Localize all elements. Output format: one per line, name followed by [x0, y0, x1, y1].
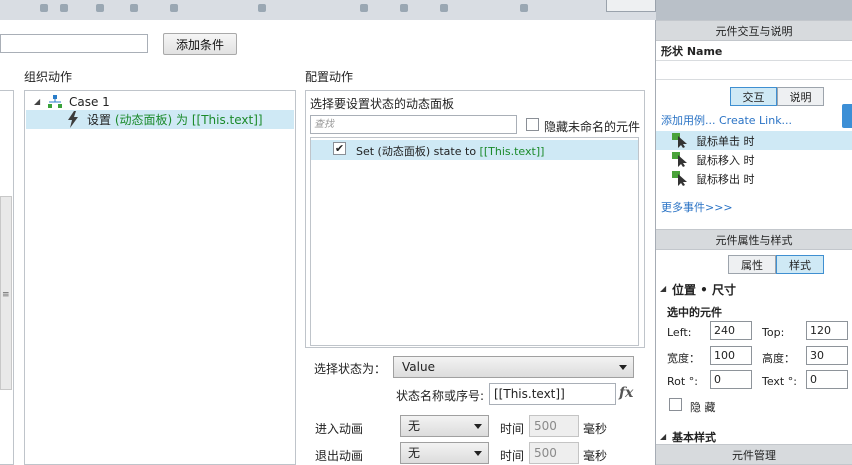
lightning-icon: [68, 111, 78, 128]
event-onmouseleave[interactable]: 鼠标移出 时: [656, 169, 852, 188]
enter-time-label: 时间: [500, 422, 525, 436]
exit-ms-label: 毫秒: [583, 449, 608, 463]
cursor-event-icon: [672, 133, 687, 148]
event-label: 鼠标移出 时: [696, 172, 755, 186]
collapse-arrow-icon[interactable]: ◢: [34, 97, 40, 106]
exit-animation-dropdown[interactable]: 无: [400, 442, 489, 464]
case-tree-icon: [48, 95, 62, 108]
dropdown-arrow-icon: [619, 365, 627, 370]
action-target: (动态面板) 为 [[This.text]]: [114, 113, 263, 127]
exit-animation-label: 退出动画: [315, 449, 364, 463]
hidden-label: 隐 藏: [690, 401, 716, 414]
case-label: Case 1: [69, 94, 110, 109]
toolbar-icon[interactable]: [520, 4, 528, 12]
select-state-dropdown[interactable]: Value: [393, 356, 634, 378]
rotation-label: Rot °:: [667, 375, 698, 388]
hide-unnamed-label: 隐藏未命名的元件: [544, 120, 641, 134]
text-rotation-label: Text °:: [762, 375, 797, 388]
toolbar-icon[interactable]: [96, 4, 104, 12]
toolbar-icon[interactable]: [400, 4, 408, 12]
toolbar-icon[interactable]: [60, 4, 68, 12]
case-name-input[interactable]: [0, 34, 148, 53]
fx-button[interactable]: fx: [619, 385, 633, 401]
organize-actions-title: 组织动作: [24, 70, 73, 84]
tab-interaction[interactable]: 交互: [730, 87, 777, 106]
panel-item-value: [[This.text]]: [479, 145, 545, 158]
hidden-checkbox[interactable]: [669, 398, 682, 411]
dialog-close-area[interactable]: [606, 0, 656, 12]
hide-unnamed-checkbox[interactable]: [526, 118, 539, 131]
action-prefix: 设置: [87, 113, 112, 127]
action-row[interactable]: 设置 (动态面板) 为 [[This.text]]: [26, 110, 294, 129]
toolbar-icon[interactable]: [130, 4, 138, 12]
height-input[interactable]: 30: [806, 346, 848, 365]
cursor-event-icon: [672, 152, 687, 167]
toolbar-icon[interactable]: [170, 4, 178, 12]
scrollbar-grip-icon[interactable]: ≡: [2, 290, 10, 300]
event-onmouseenter[interactable]: 鼠标移入 时: [656, 150, 852, 169]
shape-name-label: 形状 Name: [661, 45, 723, 58]
state-name-input[interactable]: [[This.text]]: [489, 383, 616, 405]
top-input[interactable]: 120: [806, 321, 848, 340]
shape-name-input[interactable]: [656, 60, 852, 80]
inspector-top-strip: [656, 0, 852, 20]
position-size-title[interactable]: 位置 • 尺寸: [672, 281, 736, 298]
toolbar-icon[interactable]: [258, 4, 266, 12]
dynamic-panel-list: [310, 137, 639, 346]
dynamic-panel-checkbox[interactable]: ✔: [333, 142, 346, 155]
enter-animation-label: 进入动画: [315, 422, 364, 436]
panel-item-prefix: Set (动态面板) state to: [356, 145, 480, 158]
rotation-input[interactable]: 0: [710, 370, 752, 389]
tab-properties[interactable]: 属性: [728, 255, 776, 274]
width-label: 宽度：: [667, 352, 700, 365]
organize-actions-tree: ◢ Case 1 设置 (动态面板) 为 [[This.text]]: [24, 90, 296, 465]
toolbar-icon[interactable]: [360, 4, 368, 12]
left-label: Left:: [667, 326, 692, 339]
enter-ms-label: 毫秒: [583, 422, 608, 436]
state-name-label: 状态名称或序号:: [396, 389, 485, 403]
dropdown-arrow-icon: [474, 451, 482, 456]
enter-animation-dropdown[interactable]: 无: [400, 415, 489, 437]
add-condition-button[interactable]: 添加条件: [163, 33, 237, 55]
toolbar-icon[interactable]: [440, 4, 448, 12]
select-state-value: Value: [402, 360, 435, 374]
event-label: 鼠标单击 时: [696, 134, 755, 148]
left-input[interactable]: 240: [710, 321, 752, 340]
basic-style-title[interactable]: 基本样式: [672, 429, 716, 445]
case-row[interactable]: ◢ Case 1: [26, 92, 294, 111]
exit-time-input[interactable]: 500: [529, 442, 579, 464]
toolbar-icon[interactable]: [40, 4, 48, 12]
enter-animation-value: 无: [408, 419, 421, 433]
text-rotation-input[interactable]: 0: [806, 370, 848, 389]
dropdown-arrow-icon: [474, 424, 482, 429]
dynamic-panel-label: Set (动态面板) state to [[This.text]]: [356, 143, 544, 159]
action-label: 设置 (动态面板) 为 [[This.text]]: [87, 111, 263, 128]
select-state-label: 选择状态为：: [314, 362, 387, 376]
exit-time-label: 时间: [500, 449, 525, 463]
height-label: 高度：: [762, 352, 795, 365]
props-header[interactable]: 元件属性与样式: [656, 229, 852, 250]
manager-header[interactable]: 元件管理: [656, 444, 852, 465]
width-input[interactable]: 100: [710, 346, 752, 365]
search-input[interactable]: 查找: [310, 115, 517, 134]
configure-subtitle: 选择要设置状态的动态面板: [310, 97, 455, 111]
more-events-link[interactable]: 更多事件>>>: [661, 199, 733, 215]
selected-element-title: 选中的元件: [667, 306, 722, 319]
collapse-arrow-icon[interactable]: ◢: [660, 432, 666, 441]
interaction-header[interactable]: 元件交互与说明: [656, 20, 852, 41]
collapse-arrow-icon[interactable]: ◢: [660, 284, 666, 293]
add-case-link[interactable]: 添加用例... Create Link...: [661, 112, 792, 128]
tab-style[interactable]: 样式: [776, 255, 824, 274]
top-label: Top:: [762, 326, 785, 339]
event-onclick[interactable]: 鼠标单击 时: [656, 131, 852, 150]
tab-description[interactable]: 说明: [777, 87, 824, 106]
exit-animation-value: 无: [408, 446, 421, 460]
enter-time-input[interactable]: 500: [529, 415, 579, 437]
configure-actions-title: 配置动作: [305, 70, 354, 84]
event-label: 鼠标移入 时: [696, 153, 755, 167]
side-handle[interactable]: [842, 104, 852, 128]
cursor-event-icon: [672, 171, 687, 186]
